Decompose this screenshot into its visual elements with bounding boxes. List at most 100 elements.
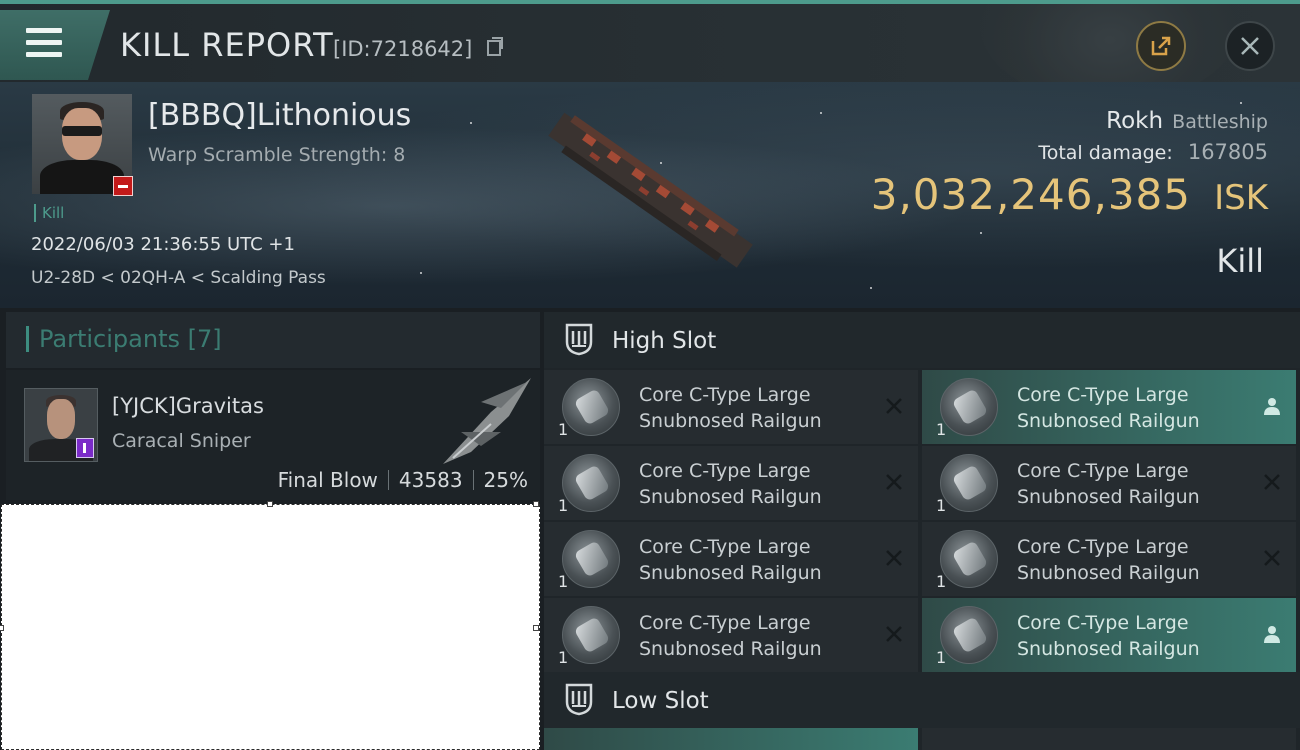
module-name: Core C-Type Large Snubnosed Railgun bbox=[1017, 458, 1200, 510]
share-button[interactable] bbox=[1136, 21, 1186, 71]
module-name: Core C-Type Large Snubnosed Railgun bbox=[1017, 382, 1200, 434]
menu-button[interactable] bbox=[0, 10, 110, 80]
result-label: Kill bbox=[1216, 242, 1264, 280]
high-slot-module[interactable]: 1 Core C-Type Large Snubnosed Railgun bbox=[922, 446, 1296, 520]
railgun-icon bbox=[562, 378, 620, 436]
railgun-icon bbox=[940, 378, 998, 436]
report-id: [ID:7218642] bbox=[333, 37, 473, 61]
module-name-line1: Core C-Type Large bbox=[1017, 460, 1189, 482]
module-quantity: 1 bbox=[936, 420, 947, 439]
module-name-line1: Core C-Type Large bbox=[1017, 384, 1189, 406]
module-name: Core C-Type Large Snubnosed Railgun bbox=[639, 534, 822, 586]
participant-ship: Caracal Sniper bbox=[112, 430, 251, 452]
ship-name[interactable]: Rokh bbox=[1106, 108, 1163, 134]
module-name: Core C-Type Large Snubnosed Railgun bbox=[639, 610, 822, 662]
module-quantity: 1 bbox=[936, 572, 947, 591]
page-title: KILL REPORT bbox=[120, 26, 334, 64]
high-slot-module[interactable]: 1 Core C-Type Large Snubnosed Railgun bbox=[544, 522, 918, 596]
destroyed-x-icon bbox=[886, 474, 902, 490]
module-name: Core C-Type Large Snubnosed Railgun bbox=[1017, 610, 1200, 662]
corp-badge-icon bbox=[76, 438, 94, 458]
module-quantity: 1 bbox=[558, 572, 569, 591]
copy-icon[interactable] bbox=[487, 37, 503, 56]
module-quantity: 1 bbox=[936, 496, 947, 515]
high-slot-icon bbox=[565, 323, 593, 356]
isk-value: 3,032,246,385 bbox=[870, 170, 1191, 219]
close-button[interactable] bbox=[1225, 21, 1275, 71]
kill-tag: Kill bbox=[34, 204, 64, 222]
low-slot-module-partial[interactable] bbox=[544, 728, 918, 750]
standing-badge-icon bbox=[113, 176, 133, 196]
victim-summary: [BBBQ]Lithonious Warp Scramble Strength:… bbox=[0, 82, 1300, 308]
close-icon bbox=[1241, 37, 1259, 55]
participant-percent: 25% bbox=[483, 468, 528, 492]
module-quantity: 1 bbox=[558, 420, 569, 439]
railgun-icon bbox=[562, 606, 620, 664]
total-damage-value: 167805 bbox=[1187, 140, 1268, 164]
railgun-icon bbox=[562, 454, 620, 512]
module-name-line2: Snubnosed Railgun bbox=[639, 486, 822, 508]
railgun-icon bbox=[562, 530, 620, 588]
module-name-line1: Core C-Type Large bbox=[1017, 612, 1189, 634]
module-name-line2: Snubnosed Railgun bbox=[639, 638, 822, 660]
high-slot-module[interactable]: 1 Core C-Type Large Snubnosed Railgun bbox=[544, 446, 918, 520]
module-name-line1: Core C-Type Large bbox=[639, 536, 811, 558]
module-quantity: 1 bbox=[558, 496, 569, 515]
background-planet bbox=[980, 4, 1240, 82]
participant-damage: 43583 bbox=[398, 468, 463, 492]
final-blow-label: Final Blow bbox=[277, 468, 378, 492]
low-slot-module-partial[interactable] bbox=[922, 728, 1296, 750]
pilot-icon bbox=[1264, 398, 1280, 415]
module-name-line2: Snubnosed Railgun bbox=[639, 410, 822, 432]
high-slot-module[interactable]: 1 Core C-Type Large Snubnosed Railgun bbox=[922, 370, 1296, 444]
destroyed-x-icon bbox=[886, 626, 902, 642]
destroyed-x-icon bbox=[1264, 550, 1280, 566]
top-bar: KILL REPORT [ID:7218642] bbox=[0, 0, 1300, 82]
module-name-line2: Snubnosed Railgun bbox=[1017, 486, 1200, 508]
pilot-icon bbox=[1264, 626, 1280, 643]
module-name: Core C-Type Large Snubnosed Railgun bbox=[639, 458, 822, 510]
module-name-line1: Core C-Type Large bbox=[1017, 536, 1189, 558]
kill-location[interactable]: U2-28D < 02QH-A < Scalding Pass bbox=[31, 268, 326, 288]
module-name-line2: Snubnosed Railgun bbox=[1017, 638, 1200, 660]
high-slot-header: High Slot bbox=[544, 312, 1300, 368]
victim-name[interactable]: [BBBQ]Lithonious bbox=[148, 98, 411, 133]
module-name-line1: Core C-Type Large bbox=[639, 460, 811, 482]
destroyed-x-icon bbox=[886, 550, 902, 566]
participant-ship-image bbox=[443, 378, 531, 464]
kill-datetime: 2022/06/03 21:36:55 UTC +1 bbox=[31, 234, 295, 255]
module-quantity: 1 bbox=[936, 648, 947, 667]
high-slot-module[interactable]: 1 Core C-Type Large Snubnosed Railgun bbox=[544, 370, 918, 444]
module-name-line1: Core C-Type Large bbox=[639, 612, 811, 634]
share-icon bbox=[1151, 36, 1171, 56]
fitting-panel: High Slot 1 Core C-Type Large Snubnosed Ra… bbox=[544, 312, 1300, 750]
module-name-line2: Snubnosed Railgun bbox=[639, 562, 822, 584]
high-slot-module[interactable]: 1 Core C-Type Large Snubnosed Railgun bbox=[544, 598, 918, 672]
module-quantity: 1 bbox=[558, 648, 569, 667]
high-slot-module[interactable]: 1 Core C-Type Large Snubnosed Railgun bbox=[922, 522, 1296, 596]
isk-unit: ISK bbox=[1214, 178, 1268, 218]
module-name-line2: Snubnosed Railgun bbox=[1017, 562, 1200, 584]
low-slot-title: Low Slot bbox=[612, 688, 709, 714]
railgun-icon bbox=[940, 530, 998, 588]
railgun-icon bbox=[940, 606, 998, 664]
participant-name[interactable]: [YJCK]Gravitas bbox=[112, 394, 264, 418]
module-name: Core C-Type Large Snubnosed Railgun bbox=[1017, 534, 1200, 586]
high-slot-module[interactable]: 1 Core C-Type Large Snubnosed Railgun bbox=[922, 598, 1296, 672]
high-slot-title: High Slot bbox=[612, 328, 717, 354]
destroyed-x-icon bbox=[1264, 474, 1280, 490]
module-name-line1: Core C-Type Large bbox=[639, 384, 811, 406]
warp-scramble-strength: Warp Scramble Strength: 8 bbox=[148, 144, 406, 166]
module-name-line2: Snubnosed Railgun bbox=[1017, 410, 1200, 432]
total-damage-label: Total damage: bbox=[1038, 142, 1173, 164]
participants-title: Participants [7] bbox=[26, 326, 222, 352]
destroyed-x-icon bbox=[886, 398, 902, 414]
participant-row[interactable]: [YJCK]Gravitas Caracal Sniper Final Blow… bbox=[6, 370, 540, 500]
ship-image bbox=[548, 112, 753, 268]
participants-header[interactable]: Participants [7] bbox=[6, 312, 540, 368]
low-slot-header: Low Slot bbox=[544, 672, 1300, 728]
selection-box bbox=[0, 501, 540, 750]
railgun-icon bbox=[940, 454, 998, 512]
low-slot-icon bbox=[565, 683, 593, 716]
hamburger-menu-icon bbox=[26, 28, 62, 58]
